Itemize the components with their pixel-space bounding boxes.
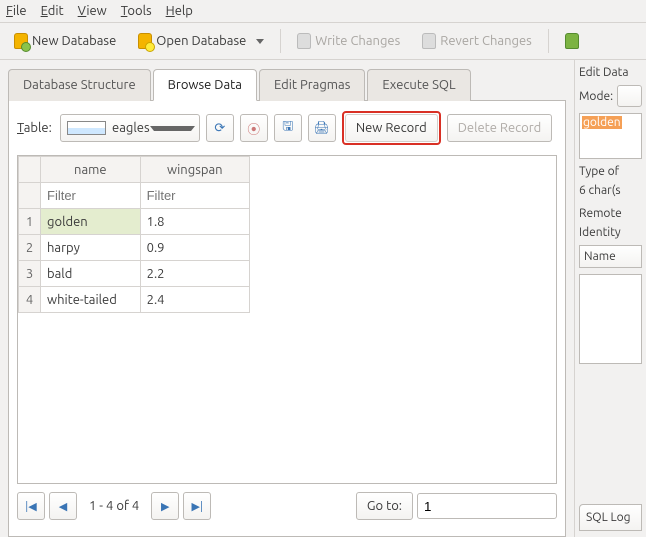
table-name: eagles (112, 121, 150, 135)
menu-file[interactable]: File (6, 4, 27, 18)
refresh-button[interactable]: ⟳ (206, 114, 234, 142)
write-changes-icon (297, 33, 311, 49)
remote-label: Remote (579, 207, 642, 220)
row-header: 4 (19, 287, 41, 313)
remote-name-header: Name (579, 245, 642, 268)
revert-changes-icon (422, 33, 436, 49)
cell-wingspan[interactable]: 1.8 (140, 209, 249, 235)
table-row[interactable]: 2 harpy 0.9 (19, 235, 250, 261)
edit-data-title: Edit Data (579, 66, 642, 79)
table-row[interactable]: 1 golden 1.8 (19, 209, 250, 235)
refresh-icon: ⟳ (214, 121, 225, 136)
tab-pragmas[interactable]: Edit Pragmas (259, 69, 365, 101)
tab-browse-data[interactable]: Browse Data (153, 69, 257, 101)
next-page-button[interactable]: ▶ (151, 492, 179, 520)
open-database-label: Open Database (156, 34, 246, 48)
remote-list[interactable] (579, 274, 642, 364)
next-icon: ▶ (161, 500, 169, 513)
database-new-icon (14, 33, 28, 49)
last-icon: ▶| (192, 500, 203, 513)
row-header: 3 (19, 261, 41, 287)
save-icon: 🖫 (282, 117, 293, 139)
goto-input[interactable] (417, 493, 557, 519)
filter-name-input[interactable] (47, 188, 134, 203)
new-database-button[interactable]: New Database (8, 29, 122, 53)
row-header: 2 (19, 235, 41, 261)
table-selector[interactable]: eagles (60, 114, 200, 142)
menu-help[interactable]: Help (166, 4, 193, 18)
pager-status: 1 - 4 of 4 (81, 499, 147, 513)
row-header-corner (19, 157, 41, 183)
overflow-button[interactable] (559, 29, 585, 53)
mode-label: Mode: (579, 90, 613, 103)
prev-page-button[interactable]: ◀ (49, 492, 77, 520)
open-database-button[interactable]: Open Database (132, 29, 270, 53)
cell-name[interactable]: white-tailed (41, 287, 141, 313)
clear-filter-button[interactable]: ⦿ (240, 114, 268, 142)
row-header: 1 (19, 209, 41, 235)
filter-wingspan-input[interactable] (147, 188, 243, 203)
separator (548, 29, 549, 53)
type-label: Type of (579, 165, 642, 178)
new-database-label: New Database (32, 34, 116, 48)
cell-name[interactable]: harpy (41, 235, 141, 261)
column-header-name[interactable]: name (41, 157, 141, 183)
menu-tools[interactable]: Tools (121, 4, 152, 18)
first-page-button[interactable]: |◀ (17, 492, 45, 520)
cell-value: golden (582, 116, 622, 129)
goto-button[interactable]: Go to: (356, 492, 413, 520)
first-icon: |◀ (25, 500, 36, 513)
cell-wingspan[interactable]: 2.4 (140, 287, 249, 313)
highlight-ring: New Record (342, 111, 441, 145)
table-icon (67, 121, 106, 135)
data-grid: name wingspan 1 golden 1. (17, 155, 557, 484)
tab-structure[interactable]: Database Structure (8, 69, 151, 101)
write-changes-label: Write Changes (315, 34, 400, 48)
last-page-button[interactable]: ▶| (183, 492, 211, 520)
menu-view[interactable]: View (78, 4, 107, 18)
cell-name[interactable]: golden (41, 209, 141, 235)
chevron-down-icon[interactable] (256, 39, 264, 44)
table-label: Table: (17, 121, 52, 135)
menu-bar: File Edit View Tools Help (0, 0, 646, 23)
cell-wingspan[interactable]: 0.9 (140, 235, 249, 261)
menu-edit[interactable]: Edit (41, 4, 64, 18)
mode-selector[interactable] (617, 85, 642, 107)
save-button[interactable]: 🖫 (274, 114, 302, 142)
sql-log-tab[interactable]: SQL Log (579, 504, 642, 531)
prev-icon: ◀ (59, 500, 67, 513)
main-toolbar: New Database Open Database Write Changes… (0, 23, 646, 60)
revert-changes-button: Revert Changes (416, 29, 538, 53)
print-button[interactable]: 🖨 (308, 114, 336, 142)
char-count: 6 char(s (579, 184, 642, 197)
write-changes-button: Write Changes (291, 29, 406, 53)
grid-empty-area (18, 313, 556, 483)
separator (280, 29, 281, 53)
column-header-wingspan[interactable]: wingspan (140, 157, 249, 183)
database-open-icon (138, 33, 152, 49)
cell-name[interactable]: bald (41, 261, 141, 287)
tab-bar: Database Structure Browse Data Edit Prag… (8, 68, 566, 101)
side-panel: Edit Data Mode: golden Type of 6 char(s … (574, 60, 646, 537)
delete-record-button: Delete Record (447, 114, 553, 142)
table-row[interactable]: 4 white-tailed 2.4 (19, 287, 250, 313)
cell-editor[interactable]: golden (579, 113, 642, 159)
filter-icon: ⦿ (247, 119, 260, 138)
row-header (19, 183, 41, 209)
revert-changes-label: Revert Changes (440, 34, 532, 48)
print-icon: 🖨 (314, 121, 331, 136)
identity-label: Identity (579, 226, 642, 239)
tab-execute-sql[interactable]: Execute SQL (367, 69, 470, 101)
cell-wingspan[interactable]: 2.2 (140, 261, 249, 287)
chevron-down-icon (150, 126, 195, 131)
table-row[interactable]: 3 bald 2.2 (19, 261, 250, 287)
database-green-icon (565, 33, 579, 49)
new-record-button[interactable]: New Record (345, 114, 438, 142)
